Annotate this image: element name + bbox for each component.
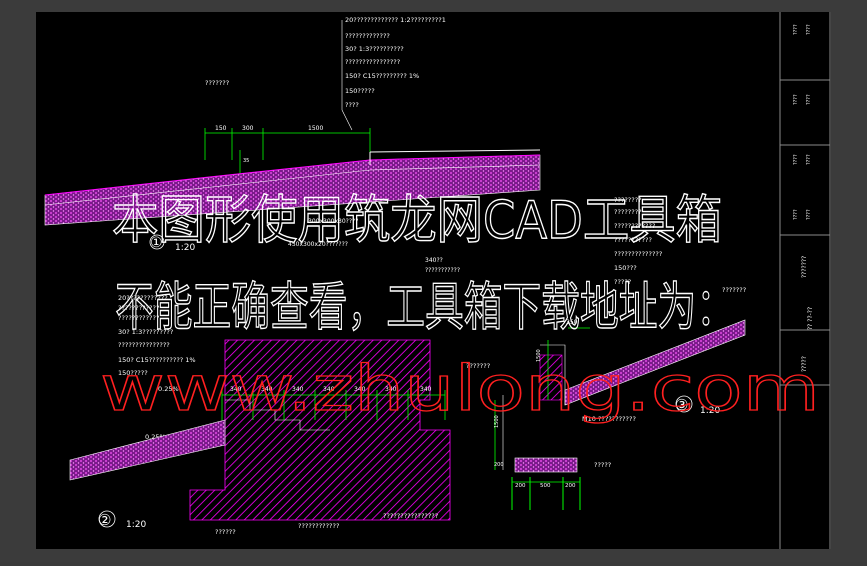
note-top-6: 150????? [345, 87, 375, 95]
tb-label-7: ???? [793, 209, 799, 220]
dim-bottom-500: 500 [540, 483, 551, 489]
tb-label-4: ???? [806, 94, 812, 105]
note-top-2: ????????????? [345, 32, 390, 40]
note-top-3: 30? 1:3?????????? [345, 45, 404, 53]
tb-label-1: ???? [793, 24, 799, 35]
label-bottom-3: ???????????????? [383, 512, 438, 520]
note-right-6: 150??? [614, 264, 637, 272]
label-bottom-2: ???????????? [298, 522, 339, 530]
watermark-line-1: 本图形使用筑龙网CAD工具箱 [112, 191, 722, 251]
watermark: 本图形使用筑龙网CAD工具箱 不能正确查看，工具箱下载地址为： www.zhul… [99, 190, 820, 425]
tb-label-5: ???? [793, 154, 799, 165]
detail-2-scale: 1:20 [126, 520, 146, 530]
cad-viewport[interactable]: ???? ???? ???? ???? ???? ???? ???? ???? … [0, 0, 867, 562]
tb-vertical-note: ??????? [801, 256, 808, 278]
label-top-left: ??????? [205, 79, 229, 87]
dim-small-top: 35 [243, 158, 249, 164]
dim-top-150: 150 [215, 125, 227, 132]
tb-label-3: ???? [793, 94, 799, 105]
tb-label-2: ???? [806, 24, 812, 35]
dim-top-300: 300 [242, 125, 254, 132]
note-mid-3: 340?? [425, 257, 443, 264]
dim-bottom-200b: 200 [565, 483, 576, 489]
note-top-4: ???????????????? [345, 58, 400, 66]
note-mid-4: ??????????? [425, 267, 460, 274]
dim-small-bottom: 200 [494, 462, 504, 468]
tb-vertical-code: ?? ??-?? [807, 307, 814, 330]
note-left-5: ??????????????? [118, 341, 170, 349]
watermark-line-2: 不能正确查看，工具箱下载地址为： [115, 278, 735, 338]
dim-bottom-200a: 200 [515, 483, 526, 489]
note-right-5: ?????????????? [614, 250, 662, 258]
note-top-5: 150? C15????????? 1% [345, 72, 419, 80]
tb-label-8: ???? [806, 209, 812, 220]
watermark-line-3: www.zhulong.com [100, 352, 820, 425]
label-bottom-1: ?????? [215, 528, 236, 536]
note-top-7: ???? [345, 101, 359, 109]
detail-2-marker: ② [98, 511, 111, 529]
tb-label-6: ???? [806, 154, 812, 165]
dim-top-1500: 1500 [308, 125, 323, 132]
note-top-1: 20????????????? 1:2?????????1 [345, 16, 446, 24]
label-right-bottom: ????? [594, 461, 611, 469]
